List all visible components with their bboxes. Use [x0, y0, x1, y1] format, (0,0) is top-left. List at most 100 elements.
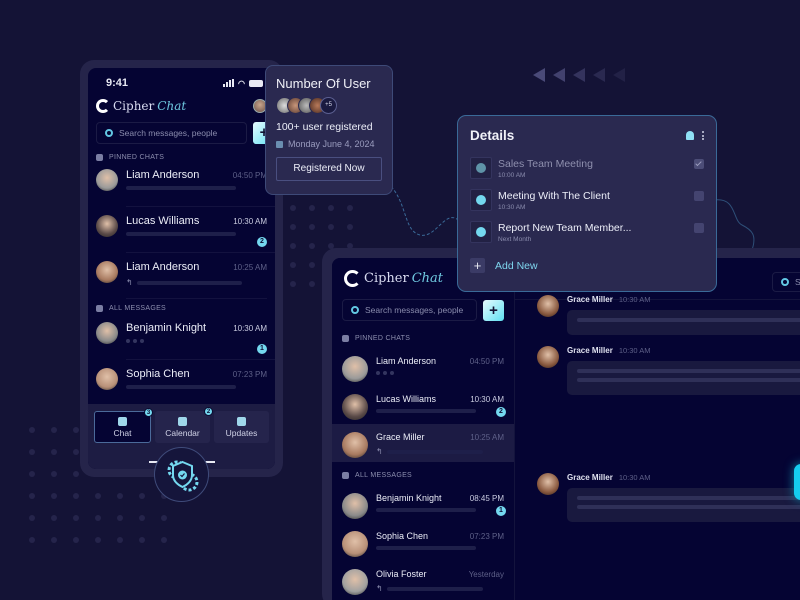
registered-now-button[interactable]: Registered Now: [276, 157, 382, 181]
chat-list-item[interactable]: Liam Anderson 04:50 PM: [332, 348, 514, 386]
section-label-text: PINNED CHATS: [355, 335, 411, 342]
task-title: Report New Team Member...: [498, 221, 632, 234]
task-item[interactable]: Sales Team Meeting 10:00 AM: [470, 157, 704, 179]
chat-list-item[interactable]: Lucas Williams 10:30 AM 2: [88, 215, 275, 252]
chat-list-item[interactable]: Benjamin Knight 08:45 PM 1: [332, 485, 514, 523]
contact-avatar: [96, 261, 118, 283]
arrow-left-icon: [593, 68, 605, 82]
dot: [328, 205, 334, 211]
dot: [51, 427, 57, 433]
dot: [117, 515, 123, 521]
calendar-icon: [276, 140, 283, 148]
task-icon-box: [470, 189, 492, 211]
new-chat-button[interactable]: +: [483, 299, 504, 321]
contact-name: Sophia Chen: [126, 368, 190, 380]
dot: [290, 281, 296, 287]
logo-icon: [96, 99, 110, 113]
message-bubble: [567, 310, 800, 335]
section-label-text: ALL MESSAGES: [355, 472, 413, 479]
dot: [290, 205, 296, 211]
preview-placeholder: [386, 449, 483, 454]
dot: [161, 537, 167, 543]
dot: [29, 427, 35, 433]
typing-indicator: [376, 371, 394, 375]
preview-placeholder: [126, 186, 236, 190]
app-name: Cipher: [113, 99, 155, 113]
dot: [309, 243, 315, 249]
sender-avatar: [537, 346, 559, 368]
mobile-app: 9:41 ◠ Cipher Chat Search messages, peop…: [80, 60, 283, 477]
dot: [95, 515, 101, 521]
dot: [51, 449, 57, 455]
preview-placeholder: [376, 546, 476, 550]
more-options-icon[interactable]: [702, 131, 704, 140]
chat-list-item[interactable]: Benjamin Knight 10:30 AM 1: [88, 322, 275, 359]
reply-icon: ↰: [126, 278, 133, 287]
tab-calendar[interactable]: Calendar 2: [155, 407, 213, 443]
pin-icon: [342, 335, 349, 342]
contact-name: Lucas Williams: [126, 215, 200, 227]
tab-updates[interactable]: Updates: [214, 411, 269, 443]
tab-badge: 3: [144, 408, 153, 417]
add-new-button[interactable]: + Add New: [470, 258, 704, 273]
search-input[interactable]: Search messages, people: [96, 122, 247, 144]
chat-list-item[interactable]: Liam Anderson 10:25 AM ↰: [88, 261, 275, 298]
chat-list-item[interactable]: Grace Miller 10:25 AM ↰: [332, 424, 514, 462]
user-count-card: Number Of User +5 100+ user registered M…: [265, 65, 393, 195]
reply-icon: ↰: [376, 584, 383, 593]
plus-icon: +: [470, 258, 485, 273]
chat-list-item[interactable]: Olivia Foster Yesterday ↰: [332, 561, 514, 599]
alarm-clock-icon: [476, 163, 486, 173]
contact-avatar: [96, 322, 118, 344]
task-item[interactable]: Meeting With The Client 10:30 AM: [470, 189, 704, 211]
search-icon: [351, 306, 359, 314]
dot: [73, 471, 79, 477]
app-logo: Cipher Chat: [96, 99, 186, 113]
dot: [73, 537, 79, 543]
contact-avatar: [342, 432, 368, 458]
desktop-search-input[interactable]: Search messages, people: [342, 299, 477, 321]
contact-avatar: [342, 356, 368, 382]
contact-avatar: [342, 569, 368, 595]
preview-placeholder: [386, 586, 483, 591]
task-time: Next Month: [498, 235, 532, 243]
chat-list-item[interactable]: Sophia Chen 07:23 PM: [332, 523, 514, 561]
task-checkbox[interactable]: [694, 159, 704, 169]
shield-gear-icon: [167, 460, 199, 492]
task-checkbox[interactable]: [694, 191, 704, 201]
divider: [126, 298, 267, 299]
contact-name: Benjamin Knight: [126, 322, 207, 334]
app-logo: Cipher Chat: [344, 270, 443, 287]
chat-list-item[interactable]: Liam Anderson 04:50 PM: [88, 169, 275, 206]
unread-badge: 2: [496, 407, 506, 417]
dot: [309, 205, 315, 211]
message-time: 10:30 AM: [618, 346, 651, 355]
message-preview: [126, 385, 267, 389]
dot: [95, 537, 101, 543]
contact-avatar: [342, 493, 368, 519]
search-icon: [781, 278, 789, 286]
sender-avatar: [537, 473, 559, 495]
arrow-left-icon: [573, 68, 585, 82]
chat-list-item[interactable]: Lucas Williams 10:30 AM 2: [332, 386, 514, 424]
bell-icon[interactable]: [686, 131, 694, 140]
dot: [290, 243, 296, 249]
chat-list-item[interactable]: Sophia Chen 07:23 PM: [88, 368, 275, 405]
task-checkbox[interactable]: [694, 223, 704, 233]
tab-chat[interactable]: Chat 3: [94, 408, 153, 443]
message-text-placeholder: [577, 496, 800, 500]
section-label-text: PINNED CHATS: [109, 154, 165, 161]
dot: [309, 281, 315, 287]
pin-icon: [96, 154, 103, 161]
task-item[interactable]: Report New Team Member... Next Month: [470, 221, 704, 243]
dot: [347, 205, 353, 211]
registered-count: 100+ user registered: [276, 121, 373, 133]
dot: [290, 262, 296, 268]
conversation-search-input[interactable]: Se: [772, 272, 800, 292]
typing-indicator: [126, 339, 144, 343]
dot: [161, 515, 167, 521]
contact-name: Liam Anderson: [126, 169, 200, 181]
dot: [51, 515, 57, 521]
tab-badge: 2: [204, 407, 213, 416]
chat-message: Grace Miller 10:30 AM: [537, 346, 800, 395]
